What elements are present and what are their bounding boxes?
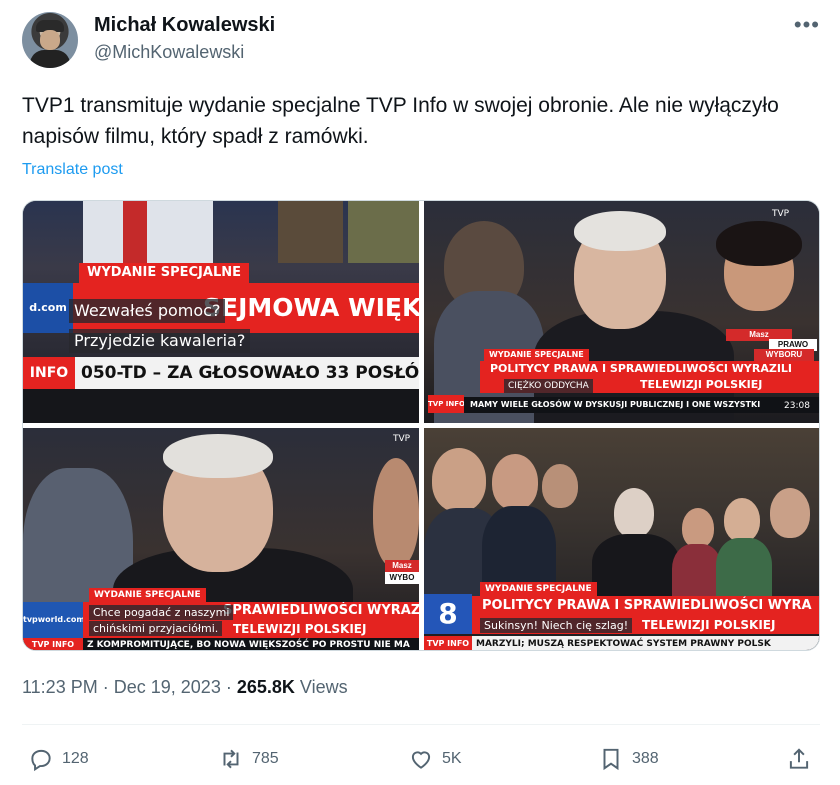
ticker-bar: 050-TD – ZA GŁOSOWAŁO 33 POSŁÓW, (75, 357, 419, 389)
channel-number: 8 (424, 594, 472, 634)
tweet-meta: 11:23 PM · Dec 19, 2023 · 265.8K Views (22, 677, 348, 698)
person-6-face (724, 498, 760, 542)
media-grid[interactable]: WYDANIE SPECJALNE SEJMOWA WIĘKSZOŚĆ SZYK… (22, 200, 820, 651)
repost-icon (223, 749, 239, 769)
screen-bottom (23, 389, 419, 423)
subtitle-line-2: Przyjedzie kawaleria? (69, 329, 251, 353)
side-url: d.com (23, 283, 73, 333)
divider (22, 724, 820, 725)
avatar-face (40, 30, 60, 50)
translate-post-link[interactable]: Translate post (22, 161, 123, 179)
subtitle-line-1: Wezwałeś pomoc? (69, 299, 226, 323)
woman-hair (716, 221, 802, 266)
author-display-name[interactable]: Michał Kowalewski (94, 14, 275, 37)
red-tie (123, 201, 147, 263)
corner-logo: TVP (393, 434, 411, 444)
views-count[interactable]: 265.8K (237, 677, 295, 697)
special-edition-label: WYDANIE SPECJALNE (79, 263, 249, 283)
avatar-body (30, 50, 70, 68)
subtitle-line: CIĘŻKO ODDYCHA (504, 379, 593, 393)
meta-separator: · (102, 677, 109, 697)
post-date[interactable]: Dec 19, 2023 (114, 677, 221, 697)
heart-icon (411, 751, 431, 769)
media-image-1[interactable]: WYDANIE SPECJALNE SEJMOWA WIĘKSZOŚĆ SZYK… (23, 201, 419, 423)
headline-bar-1: POLITYCY PRAWA I SPRAWIEDLIWOŚCI WYRAZIL… (480, 361, 819, 377)
media-image-2[interactable]: Masz PRAWO WYBORU TVP WYDANIE SPECJALNE … (424, 201, 819, 423)
person-4-face (614, 488, 654, 538)
tvp-info-logo: TVP INFO (428, 395, 464, 413)
background-room (278, 201, 343, 263)
tvp-info-logo: TVP INFO (424, 636, 472, 650)
bookmark-button[interactable]: 388 (598, 742, 659, 776)
bookmark-count: 388 (632, 750, 659, 767)
tweet-header: Michał Kowalewski @MichKowalewski ••• (22, 12, 822, 72)
person-7-face (770, 488, 810, 538)
media-image-4[interactable]: WYDANIE SPECJALNE POLITYCY PRAWA I SPRAW… (424, 428, 819, 650)
tweet-text: TVP1 transmituje wydanie specjalne TVP I… (22, 94, 779, 148)
subtitle-line: Sukinsyn! Niech cię szlag! (480, 618, 633, 633)
like-button[interactable]: 5K (408, 742, 462, 776)
reply-count: 128 (62, 750, 89, 767)
speaker-hair (163, 434, 273, 478)
like-count: 5K (442, 750, 462, 767)
sign-wybo: WYBO (385, 572, 419, 584)
headline-bar-1: POLITYCY PRAWA I SPRAWIEDLIWOŚCI WYRA (472, 596, 819, 616)
person-3-face (542, 464, 578, 508)
repost-button[interactable]: 785 (218, 742, 279, 776)
views-label: Views (299, 677, 348, 697)
more-horizontal-icon[interactable]: ••• (794, 12, 820, 38)
background-plant (348, 201, 419, 263)
speaker-hair (574, 211, 666, 251)
reply-button[interactable]: 128 (28, 742, 89, 776)
action-bar: 128 785 5K 388 (22, 742, 822, 776)
special-edition-label: WYDANIE SPECJALNE (89, 588, 206, 602)
woman-face (373, 458, 419, 568)
special-edition-label: WYDANIE SPECJALNE (480, 582, 597, 596)
shirt-area (83, 201, 213, 263)
avatar[interactable] (22, 12, 78, 68)
author-handle[interactable]: @MichKowalewski (94, 42, 244, 63)
sign-masz: Masz (385, 560, 419, 572)
subtitle-line-2: chińskimi przyjaciółmi. (89, 621, 223, 636)
share-button[interactable] (786, 742, 812, 776)
person-5-face (682, 508, 714, 548)
post-time[interactable]: 11:23 PM (22, 677, 98, 697)
tvp-info-logo: INFO (23, 357, 75, 389)
share-icon (789, 748, 809, 769)
meta-separator: · (225, 677, 232, 697)
corner-logo: TVP (772, 209, 790, 219)
ticker-bar: MAMY WIELE GŁOSÓW W DYSKUSJI PUBLICZNEJ … (464, 397, 819, 413)
ticker-time: 23:08 (784, 401, 810, 411)
media-image-3[interactable]: Masz WYBO TVP WYDANIE SPECJALNE SPRAWIED… (23, 428, 419, 650)
person-1-face (432, 448, 486, 512)
reply-icon (31, 749, 51, 772)
ticker-bar: Z KOMPROMITUJĄCE, BO NOWA WIĘKSZOŚĆ PO P… (83, 638, 419, 650)
ticker-bar: MARZYLI; MUSZĄ RESPEKTOWAĆ SYSTEM PRAWNY… (472, 636, 819, 650)
special-edition-label: WYDANIE SPECJALNE (484, 349, 589, 361)
side-url: tvpworld.com (23, 602, 83, 638)
subtitle-line-1: Chce pogadać z naszymi (89, 605, 234, 620)
repost-count: 785 (252, 750, 279, 767)
sign-wyboru: WYBORU (754, 349, 814, 361)
person-2-face (492, 454, 538, 510)
tvp-info-logo: TVP INFO (23, 638, 83, 650)
bookmark-icon (603, 748, 619, 771)
